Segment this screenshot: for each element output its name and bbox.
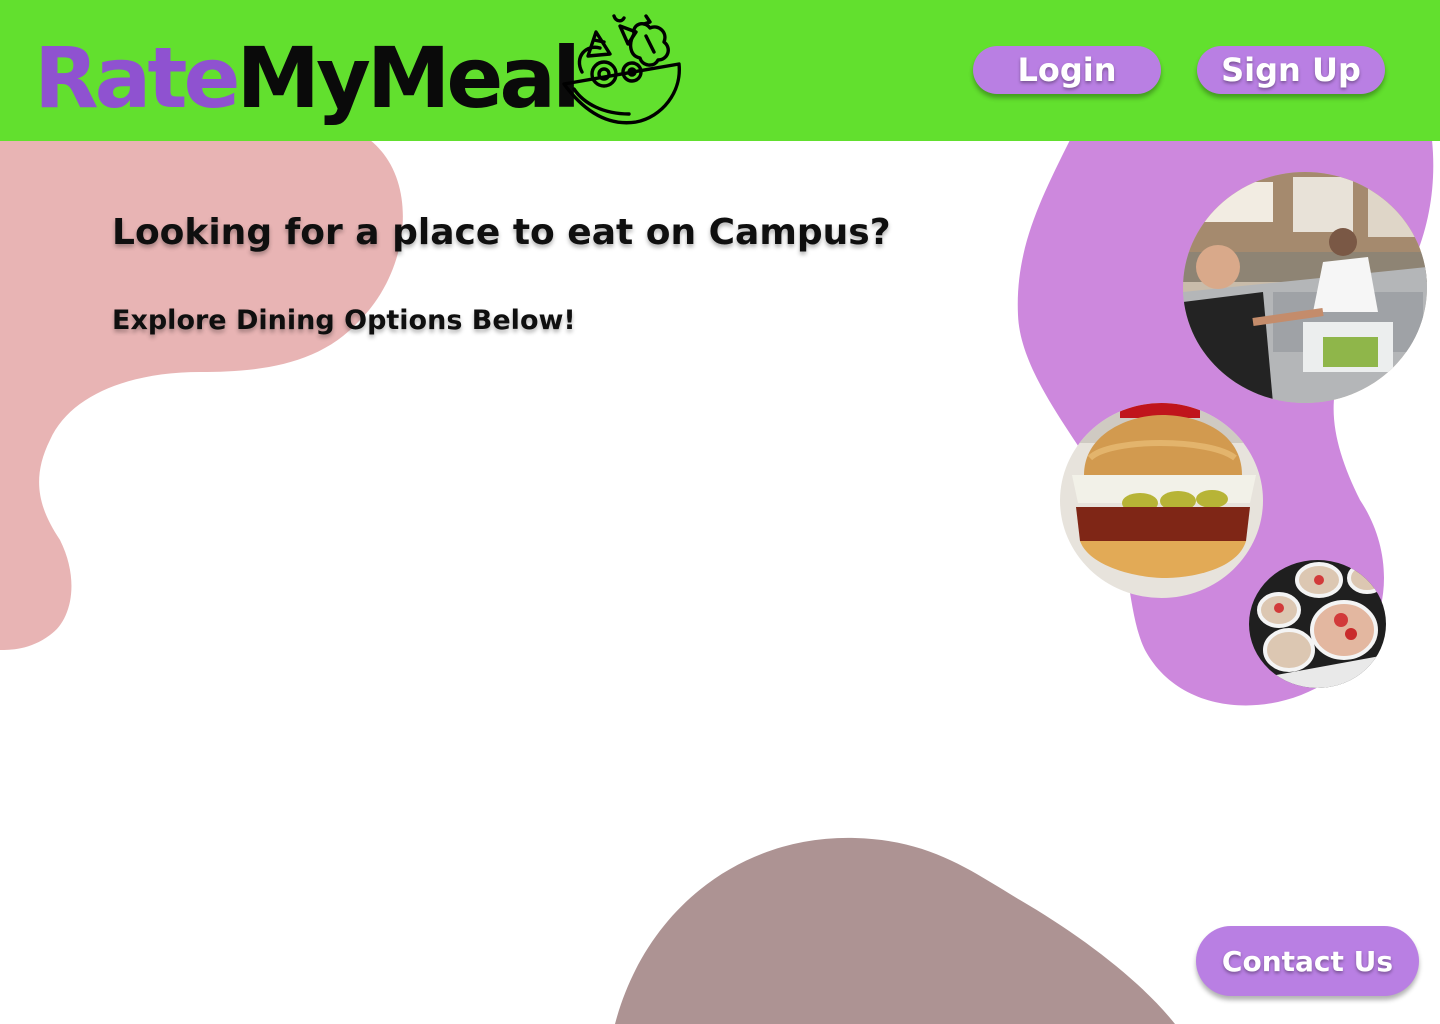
logo-text: RateMyMeal <box>34 36 581 120</box>
dessert-plates-photo <box>1249 560 1386 688</box>
signup-button[interactable]: Sign Up <box>1197 46 1385 94</box>
logo[interactable]: RateMyMeal <box>34 14 681 128</box>
burger-photo <box>1060 403 1263 598</box>
dining-hall-photo <box>1183 172 1427 403</box>
header-bar: RateMyMeal Login Sign Up <box>0 0 1440 141</box>
login-button[interactable]: Login <box>973 46 1161 94</box>
contact-us-button[interactable]: Contact Us <box>1196 926 1419 996</box>
salad-bowl-icon <box>562 14 681 125</box>
logo-rate: Rate <box>34 29 240 127</box>
page-heading: Looking for a place to eat on Campus? <box>112 212 891 253</box>
mauve-blob <box>615 837 1175 1024</box>
page-subheading: Explore Dining Options Below! <box>112 305 576 336</box>
logo-mymeal: MyMeal <box>236 29 581 127</box>
